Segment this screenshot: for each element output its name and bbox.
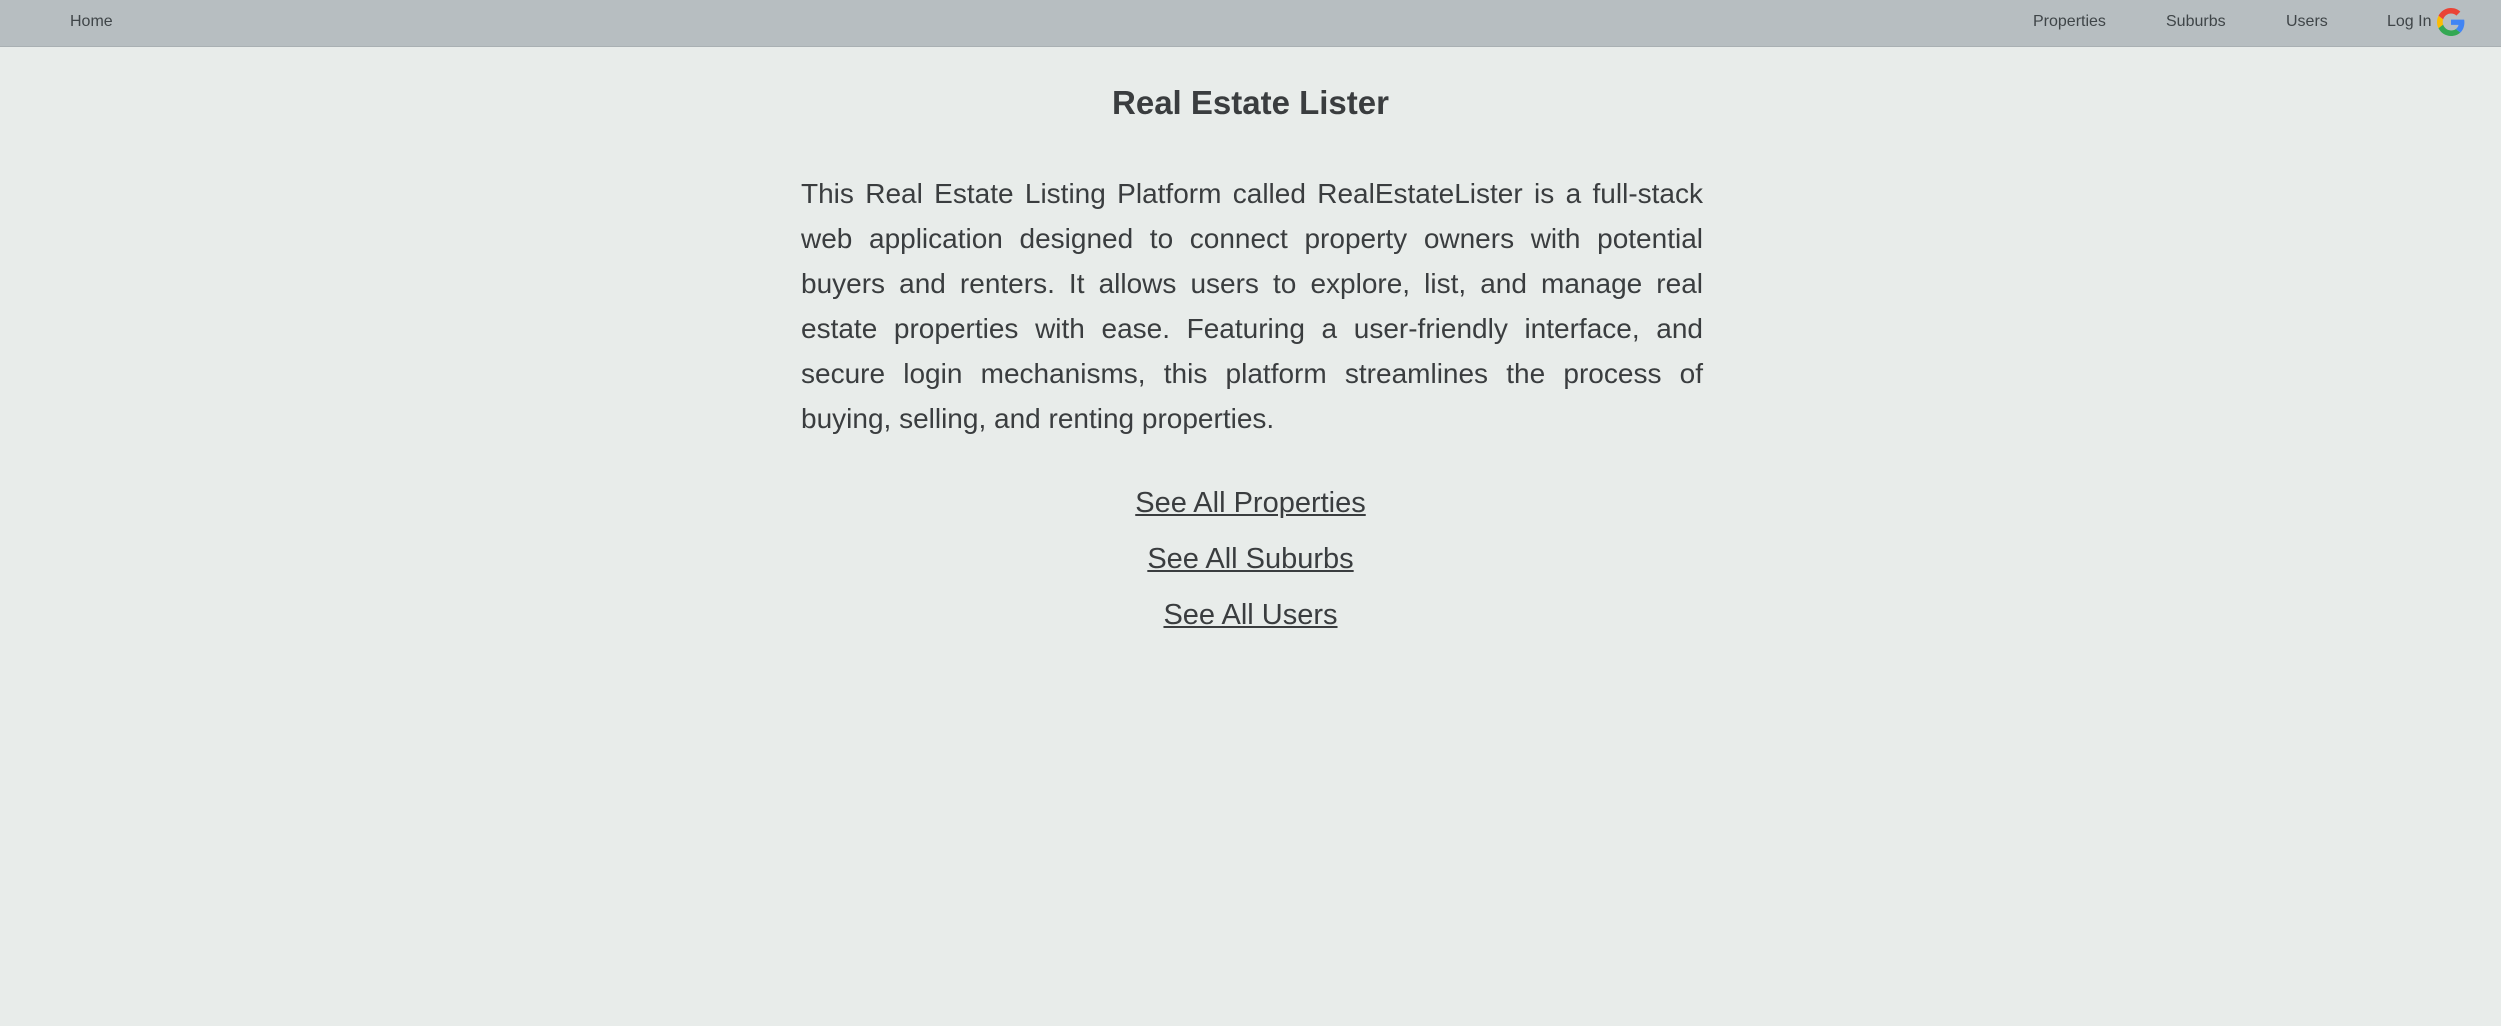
nav-home-link[interactable]: Home bbox=[70, 0, 113, 44]
navbar: Home Properties Suburbs Users Log In bbox=[0, 0, 2501, 47]
google-icon bbox=[2437, 8, 2465, 36]
see-all-users-link[interactable]: See All Users bbox=[1163, 587, 1337, 643]
page-title: Real Estate Lister bbox=[1112, 84, 1389, 121]
login-button[interactable]: Log In bbox=[2387, 0, 2465, 44]
nav-users-link[interactable]: Users bbox=[2286, 0, 2328, 44]
see-all-suburbs-link[interactable]: See All Suburbs bbox=[1147, 531, 1353, 587]
login-label: Log In bbox=[2387, 13, 2432, 30]
page-description: This Real Estate Listing Platform called… bbox=[801, 178, 1703, 434]
see-all-properties-link[interactable]: See All Properties bbox=[1135, 475, 1366, 531]
nav-suburbs-link[interactable]: Suburbs bbox=[2166, 0, 2226, 44]
nav-properties-link[interactable]: Properties bbox=[2033, 0, 2106, 44]
quick-links: See All Properties See All Suburbs See A… bbox=[0, 475, 2501, 643]
